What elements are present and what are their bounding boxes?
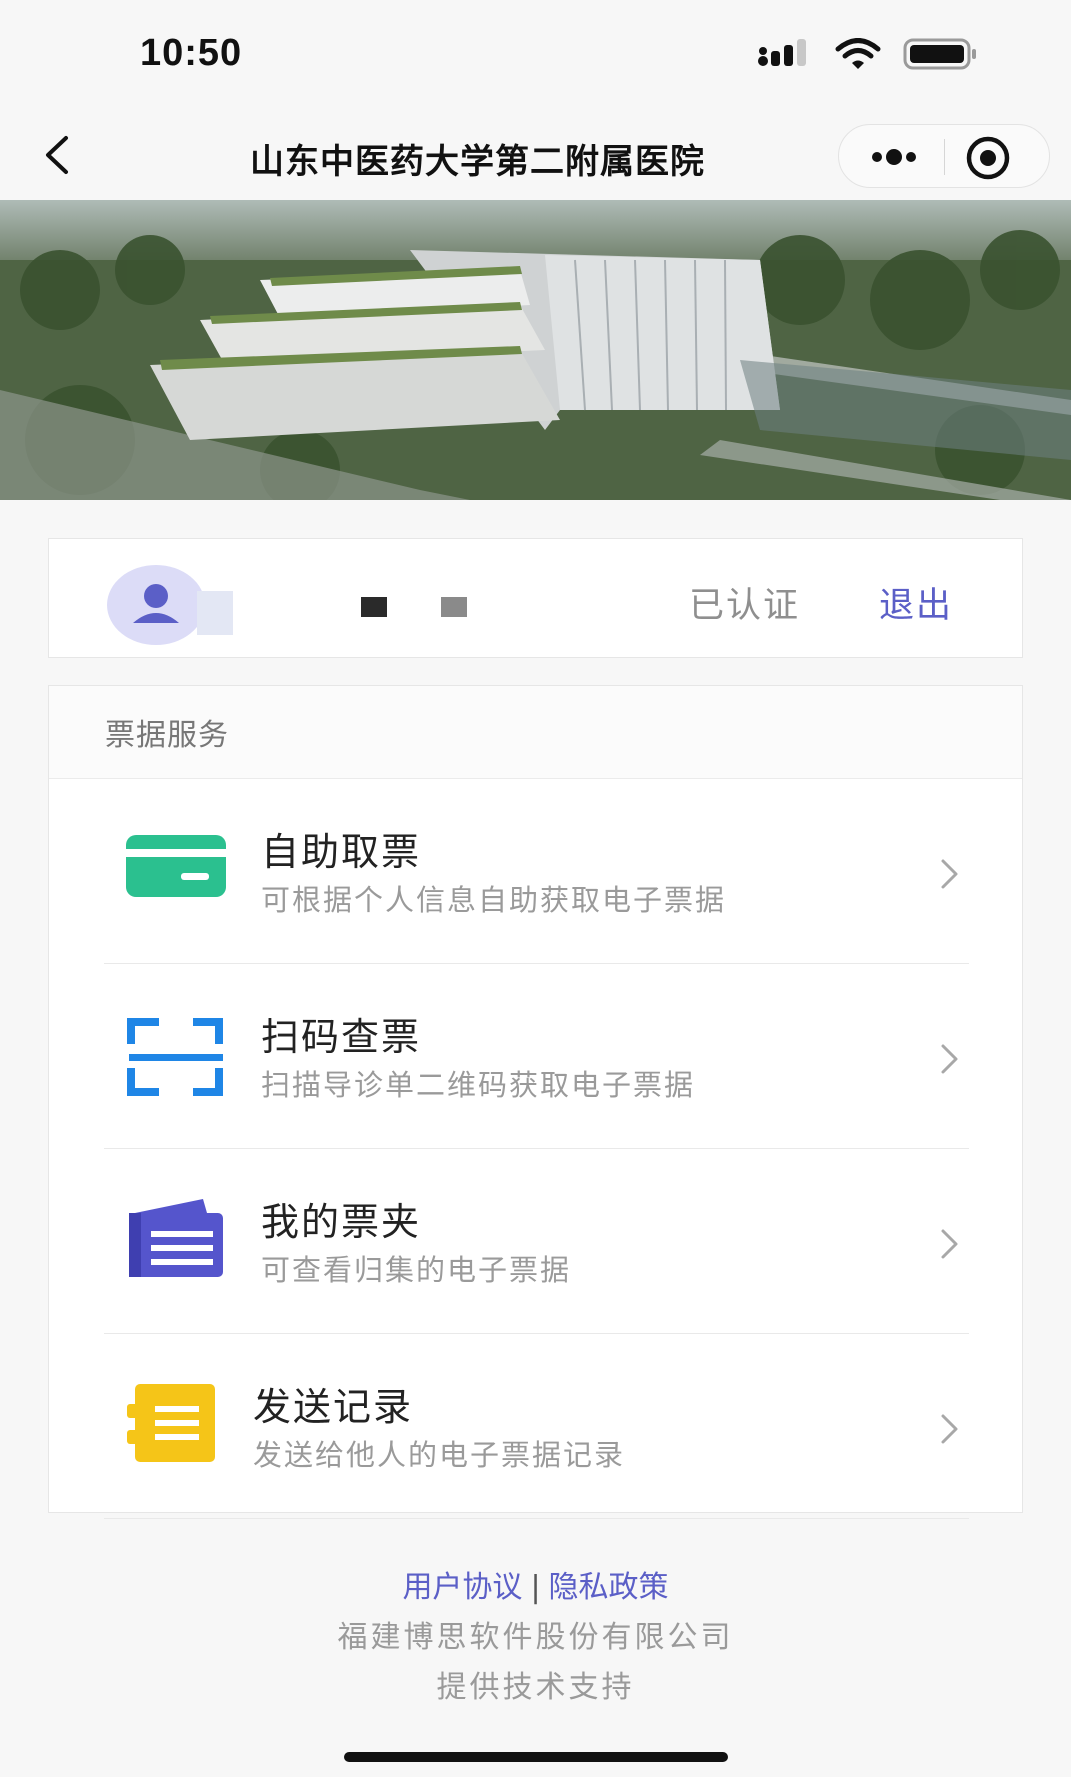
avatar	[107, 565, 205, 645]
target-icon	[966, 136, 1010, 180]
service-item-scan-query[interactable]: 扫码查票 扫描导诊单二维码获取电子票据	[49, 964, 1024, 1149]
chevron-left-icon	[46, 136, 68, 174]
chevron-right-icon	[941, 1414, 958, 1444]
user-icon	[133, 584, 179, 623]
row-divider	[104, 1518, 969, 1519]
service-item-send-records[interactable]: 发送记录 发送给他人的电子票据记录	[49, 1334, 1024, 1519]
wifi-icon	[835, 38, 881, 69]
close-miniprogram-button[interactable]	[965, 135, 1011, 181]
card-icon	[126, 835, 226, 897]
service-item-subtitle: 可查看归集的电子票据	[261, 1253, 572, 1287]
chevron-right-icon	[941, 1229, 958, 1259]
status-bar: 10:50	[0, 0, 1071, 110]
service-item-subtitle: 发送给他人的电子票据记录	[253, 1438, 626, 1472]
service-item-my-wallet[interactable]: 我的票夹 可查看归集的电子票据	[49, 1149, 1024, 1334]
chevron-right-icon	[941, 1044, 958, 1074]
mask-block	[441, 597, 467, 617]
user-agreement-link[interactable]: 用户协议	[402, 1570, 522, 1605]
footer-separator: |	[530, 1570, 541, 1605]
footer-company: 福建博思软件股份有限公司	[337, 1620, 734, 1655]
service-item-title: 自助取票	[261, 830, 422, 874]
status-icons	[757, 38, 979, 70]
hospital-building-illustration	[0, 200, 1071, 500]
service-item-title: 我的票夹	[261, 1200, 422, 1244]
folder-icon	[129, 1199, 223, 1277]
home-indicator[interactable]	[344, 1752, 728, 1762]
chevron-right-icon	[941, 859, 958, 889]
logout-button[interactable]: 退出	[879, 577, 953, 628]
service-item-subtitle: 扫描导诊单二维码获取电子票据	[261, 1068, 696, 1102]
service-item-title: 发送记录	[253, 1385, 414, 1429]
battery-icon	[903, 38, 976, 70]
page-title: 山东中医药大学第二附属医院	[250, 142, 705, 182]
service-item-subtitle: 可根据个人信息自助获取电子票据	[261, 883, 727, 917]
verified-status: 已认证	[689, 586, 801, 626]
ticket-services-card: 票据服务 自助取票 可根据个人信息自助获取电子票据 扫码查票 扫描导诊单二维码获…	[48, 685, 1024, 1519]
footer-support: 提供技术支持	[436, 1670, 635, 1705]
status-time: 10:50	[140, 32, 243, 74]
nav-bar: 山东中医药大学第二附属医院	[0, 110, 1071, 200]
service-item-self-pickup[interactable]: 自助取票 可根据个人信息自助获取电子票据	[49, 779, 1024, 964]
mask-block	[361, 597, 387, 617]
scan-icon	[127, 1018, 223, 1096]
back-button[interactable]	[36, 130, 80, 180]
footer-links: 用户协议 | 隐私政策	[0, 1562, 1071, 1606]
services-header-label: 票据服务	[105, 718, 229, 753]
mini-program-capsule	[838, 124, 1050, 188]
avatar-badge	[197, 591, 233, 635]
more-dots-icon	[872, 149, 916, 165]
hospital-banner-image	[0, 200, 1071, 500]
record-icon	[127, 1384, 215, 1462]
masked-user-name	[361, 597, 467, 617]
capsule-divider	[944, 139, 945, 175]
user-info-card: 已认证 退出	[48, 538, 1023, 658]
service-item-title: 扫码查票	[261, 1015, 422, 1059]
services-header: 票据服务	[49, 686, 1022, 779]
privacy-policy-link[interactable]: 隐私政策	[549, 1570, 669, 1605]
cellular-signal-icon	[758, 39, 806, 66]
more-button[interactable]	[859, 133, 929, 181]
